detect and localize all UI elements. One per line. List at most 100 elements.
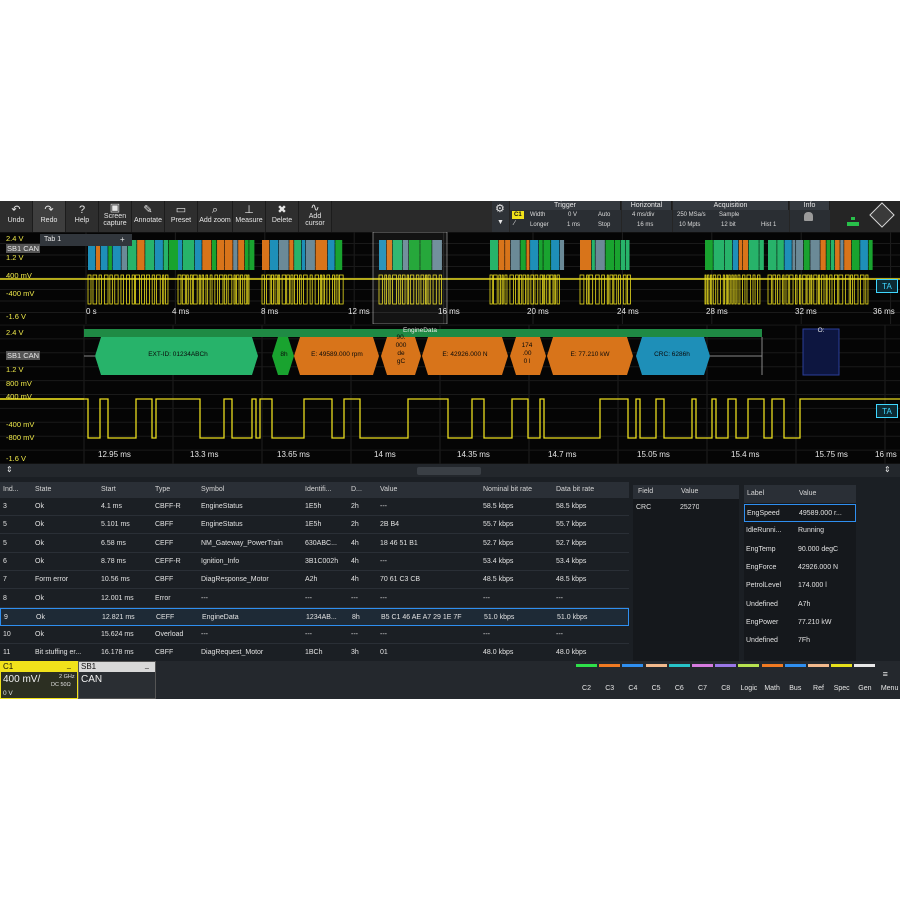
measure-button[interactable]: ⊥ Measure	[233, 201, 266, 232]
channel-button-c7[interactable]: C7	[691, 664, 714, 699]
oscilloscope-screen: ↶ Undo ↷ Redo ? Help ▣ Screen capture ✎ Annot…	[0, 201, 900, 699]
label-row[interactable]: EngTemp 90.000 degC	[744, 541, 856, 559]
channel-button-c3[interactable]: C3	[598, 664, 621, 699]
table-cell: 55.7 kbps	[483, 521, 514, 529]
col-dlc[interactable]: D...	[351, 483, 362, 497]
label-row[interactable]: Undefined A7h	[744, 596, 856, 614]
col-label[interactable]: Label	[747, 487, 764, 501]
channel-button-spec[interactable]: Spec	[830, 664, 853, 699]
pen-icon: ✎	[143, 204, 153, 216]
channel-button-label: C5	[651, 685, 661, 692]
add-tab-button[interactable]: +	[120, 234, 125, 246]
add-zoom-button[interactable]: ⌕ Add zoom	[198, 201, 233, 232]
channel-button-c5[interactable]: C5	[645, 664, 668, 699]
settings-button[interactable]: ⚙ ▼	[492, 201, 509, 232]
table-cell: 6	[3, 557, 7, 565]
label-table[interactable]: Label Value EngSpeed 49589.000 r... IdleRu…	[744, 485, 856, 661]
overview-waveform-pane[interactable]: Tab 1 + 2.4 V SB1 CAN 1.2 V 400 mV -400 …	[0, 232, 900, 324]
delete-button[interactable]: ✖ Delete	[266, 201, 299, 232]
bus-frame-block	[784, 240, 792, 270]
decode-table[interactable]: Ind... State Start Type Symbol Identifi.…	[0, 477, 630, 663]
table-row[interactable]: 5 Ok 5.101 ms CBFF EngineStatus 1E5h 2h 2B B4 55…	[0, 516, 629, 535]
table-row[interactable]: 5 Ok 6.58 ms CEFF NM_Gateway_PowerTrain 630AB…	[0, 535, 629, 553]
field-petrol-level: 174 .00 0 l	[521, 342, 533, 365]
table-row[interactable]: 8 Ok 12.001 ms Error --- --- --- --- --- ---	[0, 590, 629, 608]
label-row[interactable]: EngForce 42926.000 N	[744, 559, 856, 577]
col-start[interactable]: Start	[101, 483, 116, 497]
record-length-time: 16 ms	[637, 222, 654, 228]
col-identifier[interactable]: Identifi...	[305, 483, 331, 497]
table-cell: 5	[3, 539, 7, 547]
toolbar: ↶ Undo ↷ Redo ? Help ▣ Screen capture ✎ Annot…	[0, 201, 900, 232]
acquisition-section[interactable]: Acquisition 250 MSa/s Sample 10 Mpts 12 …	[673, 201, 789, 232]
add-cursor-button[interactable]: ∿ Add cursor	[299, 201, 332, 232]
table-row[interactable]: 7 Form error 10.56 ms CBFF DiagResponse_Moto…	[0, 571, 629, 590]
col-data-bit-rate[interactable]: Data bit rate	[556, 483, 594, 497]
channel-c1-box[interactable]: C1 _ 400 mV/ 2 GHz DC 50Ω 0 V	[0, 661, 78, 699]
col-value[interactable]: Value	[380, 483, 397, 497]
col-index[interactable]: Ind...	[3, 483, 19, 497]
table-row[interactable]: 9 Ok 12.821 ms CEFF EngineData 1234AB... 8h B5 …	[0, 607, 629, 626]
col-symbol[interactable]: Symbol	[201, 483, 224, 497]
table-cell: ---	[380, 631, 387, 639]
label-name: PetrolLevel	[746, 582, 782, 590]
trigger-arrow-overview[interactable]: TA	[876, 279, 898, 293]
channel-button-logic[interactable]: Logic	[737, 664, 760, 699]
field-table[interactable]: Field Value CRC 25270	[633, 485, 739, 661]
table-row[interactable]: 10 Ok 15.624 ms Overload --- --- --- --- --- ---	[0, 626, 629, 645]
bus-frame-block	[713, 240, 725, 270]
overload-label: O:	[817, 327, 825, 334]
zm-label-v5: -400 mV	[6, 420, 35, 429]
field-name: CRC	[636, 504, 652, 511]
col-nominal-bit-rate[interactable]: Nominal bit rate	[483, 483, 532, 497]
channel-button-menu[interactable]: ≡ Menu	[877, 664, 900, 699]
col-field[interactable]: Field	[638, 485, 653, 499]
channel-button-c6[interactable]: C6	[668, 664, 691, 699]
label-row[interactable]: IdleRunni... Running	[744, 522, 856, 540]
pane-splitter[interactable]: ⇕ ⇕	[0, 464, 900, 477]
col-type[interactable]: Type	[155, 483, 170, 497]
label-row[interactable]: EngSpeed 49589.000 r...	[744, 504, 856, 522]
redo-button[interactable]: ↷ Redo	[33, 201, 66, 232]
undo-button[interactable]: ↶ Undo	[0, 201, 33, 232]
bus-frame-block	[543, 240, 551, 270]
zoom-waveform-pane[interactable]: EngineData O: EXT-ID: 01234ABCh 8h E: 49…	[0, 325, 900, 464]
channel-button-ref[interactable]: Ref	[807, 664, 830, 699]
label-name: EngPower	[746, 618, 779, 626]
col-state[interactable]: State	[35, 483, 51, 497]
redo-icon: ↷	[44, 204, 54, 216]
annotate-button[interactable]: ✎ Annotate	[132, 201, 165, 232]
channel-button-c4[interactable]: C4	[621, 664, 644, 699]
screen-capture-button[interactable]: ▣ Screen capture	[99, 201, 132, 232]
bus-frame-block	[238, 240, 245, 270]
table-row[interactable]: 6 Ok 8.78 ms CEFF-R Ignition_Info 3B1C002h 4h -…	[0, 553, 629, 571]
channel-button-c8[interactable]: C8	[714, 664, 737, 699]
channel-button-gen[interactable]: Gen	[853, 664, 876, 699]
channel-button-label: C6	[674, 685, 684, 692]
col-label-value[interactable]: Value	[799, 487, 816, 501]
horizontal-section[interactable]: Horizontal 4 ms/div 16 ms	[622, 201, 672, 232]
table-cell: CEFF	[156, 613, 175, 621]
info-section[interactable]: Info	[790, 201, 830, 232]
table-row[interactable]: 11 Bit stuffing er... 16.178 ms CBFF DiagReq…	[0, 644, 629, 663]
col-field-value[interactable]: Value	[681, 485, 698, 499]
table-row[interactable]: 3 Ok 4.1 ms CBFF-R EngineStatus 1E5h 2h --- 58.5…	[0, 498, 629, 516]
zoom-window[interactable]	[372, 232, 448, 324]
help-button[interactable]: ? Help	[66, 201, 99, 232]
zm-label-v7: -1.6 V	[6, 454, 27, 463]
channel-button-math[interactable]: Math	[761, 664, 784, 699]
label-row[interactable]: EngPower 77.210 kW	[744, 614, 856, 632]
preset-button[interactable]: ▭ Preset	[165, 201, 198, 232]
label-value: A7h	[798, 600, 811, 608]
splitter-handle[interactable]	[417, 467, 481, 475]
trigger-section[interactable]: Trigger C1 ∕ Width 0 V Auto Longer 1 ms …	[510, 201, 621, 232]
label-row[interactable]: Undefined 7Fh	[744, 632, 856, 650]
bus-frame-block	[591, 240, 595, 270]
serial-bus-sb1-box[interactable]: SB1 _ CAN	[78, 661, 156, 699]
bus-frame-block	[327, 240, 335, 270]
channel-button-bus[interactable]: Bus	[784, 664, 807, 699]
label-row[interactable]: PetrolLevel 174.000 l	[744, 577, 856, 595]
tab-1[interactable]: Tab 1	[44, 234, 61, 246]
channel-button-c2[interactable]: C2	[575, 664, 598, 699]
trigger-arrow-zoom[interactable]: TA	[876, 404, 898, 418]
